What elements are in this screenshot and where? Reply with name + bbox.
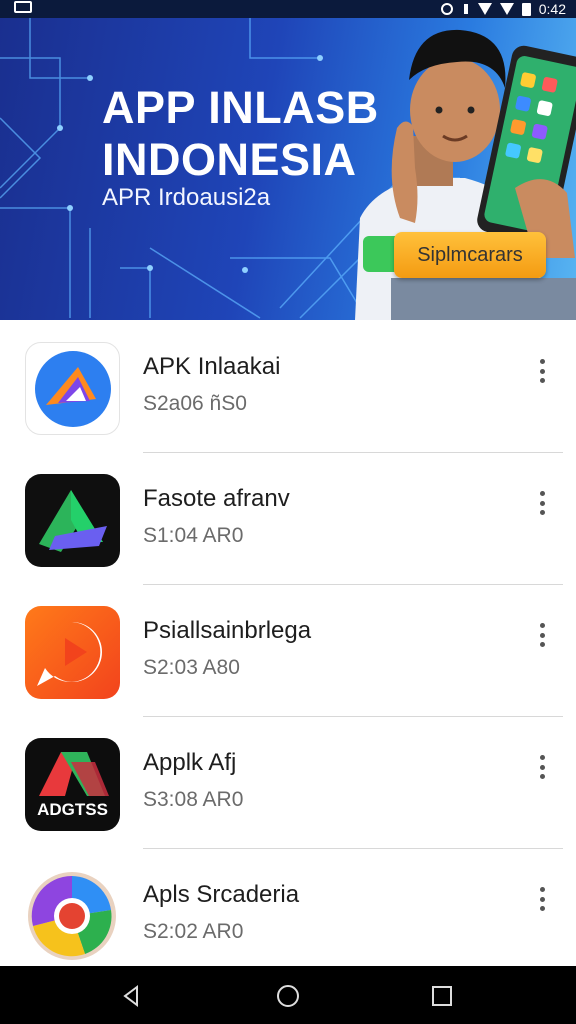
list-item[interactable]: Fasote afranv S1:04 AR0 bbox=[0, 452, 576, 584]
blue-triangle-app-icon bbox=[25, 342, 120, 435]
signal-icon bbox=[499, 3, 514, 15]
more-options-icon[interactable] bbox=[532, 884, 552, 914]
promo-banner[interactable]: APP INLASB INDONESIA APR Irdoausi2a Sipl… bbox=[0, 18, 576, 320]
status-icons: 0:42 bbox=[440, 0, 566, 18]
photo-icon bbox=[14, 1, 32, 13]
more-options-icon[interactable] bbox=[532, 620, 552, 650]
vibrate-icon bbox=[463, 4, 468, 14]
list-item[interactable]: Apls Srcaderia S2:02 AR0 bbox=[0, 848, 576, 980]
app-meta: S2:02 AR0 bbox=[143, 920, 244, 943]
recents-icon[interactable] bbox=[430, 984, 454, 1008]
sync-icon bbox=[440, 3, 453, 15]
app-name: APK Inlaakai bbox=[143, 353, 281, 380]
list-item[interactable]: Psiallsainbrlega S2:03 A80 bbox=[0, 584, 576, 716]
chrome-style-app-icon bbox=[25, 870, 120, 963]
app-name: Psiallsainbrlega bbox=[143, 617, 312, 644]
orange-play-app-icon bbox=[25, 606, 120, 699]
more-options-icon[interactable] bbox=[532, 488, 552, 518]
banner-subtitle: APR Irdoausi2a bbox=[102, 184, 271, 211]
adgtss-app-icon: ADGTSS bbox=[25, 738, 120, 831]
app-name: Applk Afj bbox=[143, 749, 237, 776]
list-item[interactable]: APK Inlaakai S2a06 ñS0 bbox=[0, 320, 576, 452]
app-icon-label: ADGTSS bbox=[37, 800, 108, 819]
status-bar: 0:42 bbox=[0, 0, 576, 18]
app-name: Fasote afranv bbox=[143, 485, 290, 512]
app-meta: S3:08 AR0 bbox=[143, 788, 244, 811]
battery-icon bbox=[521, 2, 531, 16]
app-meta: S2:03 A80 bbox=[143, 656, 240, 679]
app-meta: S2a06 ñS0 bbox=[143, 392, 247, 415]
app-name: Apls Srcaderia bbox=[143, 881, 300, 908]
more-options-icon[interactable] bbox=[532, 752, 552, 782]
wifi-icon bbox=[477, 3, 492, 15]
more-options-icon[interactable] bbox=[532, 356, 552, 386]
back-icon[interactable] bbox=[119, 984, 143, 1008]
navigation-bar bbox=[0, 966, 576, 1024]
app-meta: S1:04 AR0 bbox=[143, 524, 244, 547]
app-list: APK Inlaakai S2a06 ñS0 Fasote afranv S1:… bbox=[0, 320, 576, 966]
list-item[interactable]: ADGTSS Applk Afj S3:08 AR0 bbox=[0, 716, 576, 848]
status-time: 0:42 bbox=[538, 1, 566, 17]
green-a-app-icon bbox=[25, 474, 120, 567]
home-icon[interactable] bbox=[276, 984, 300, 1008]
banner-cta-button[interactable]: Siplmcarars bbox=[394, 232, 546, 278]
